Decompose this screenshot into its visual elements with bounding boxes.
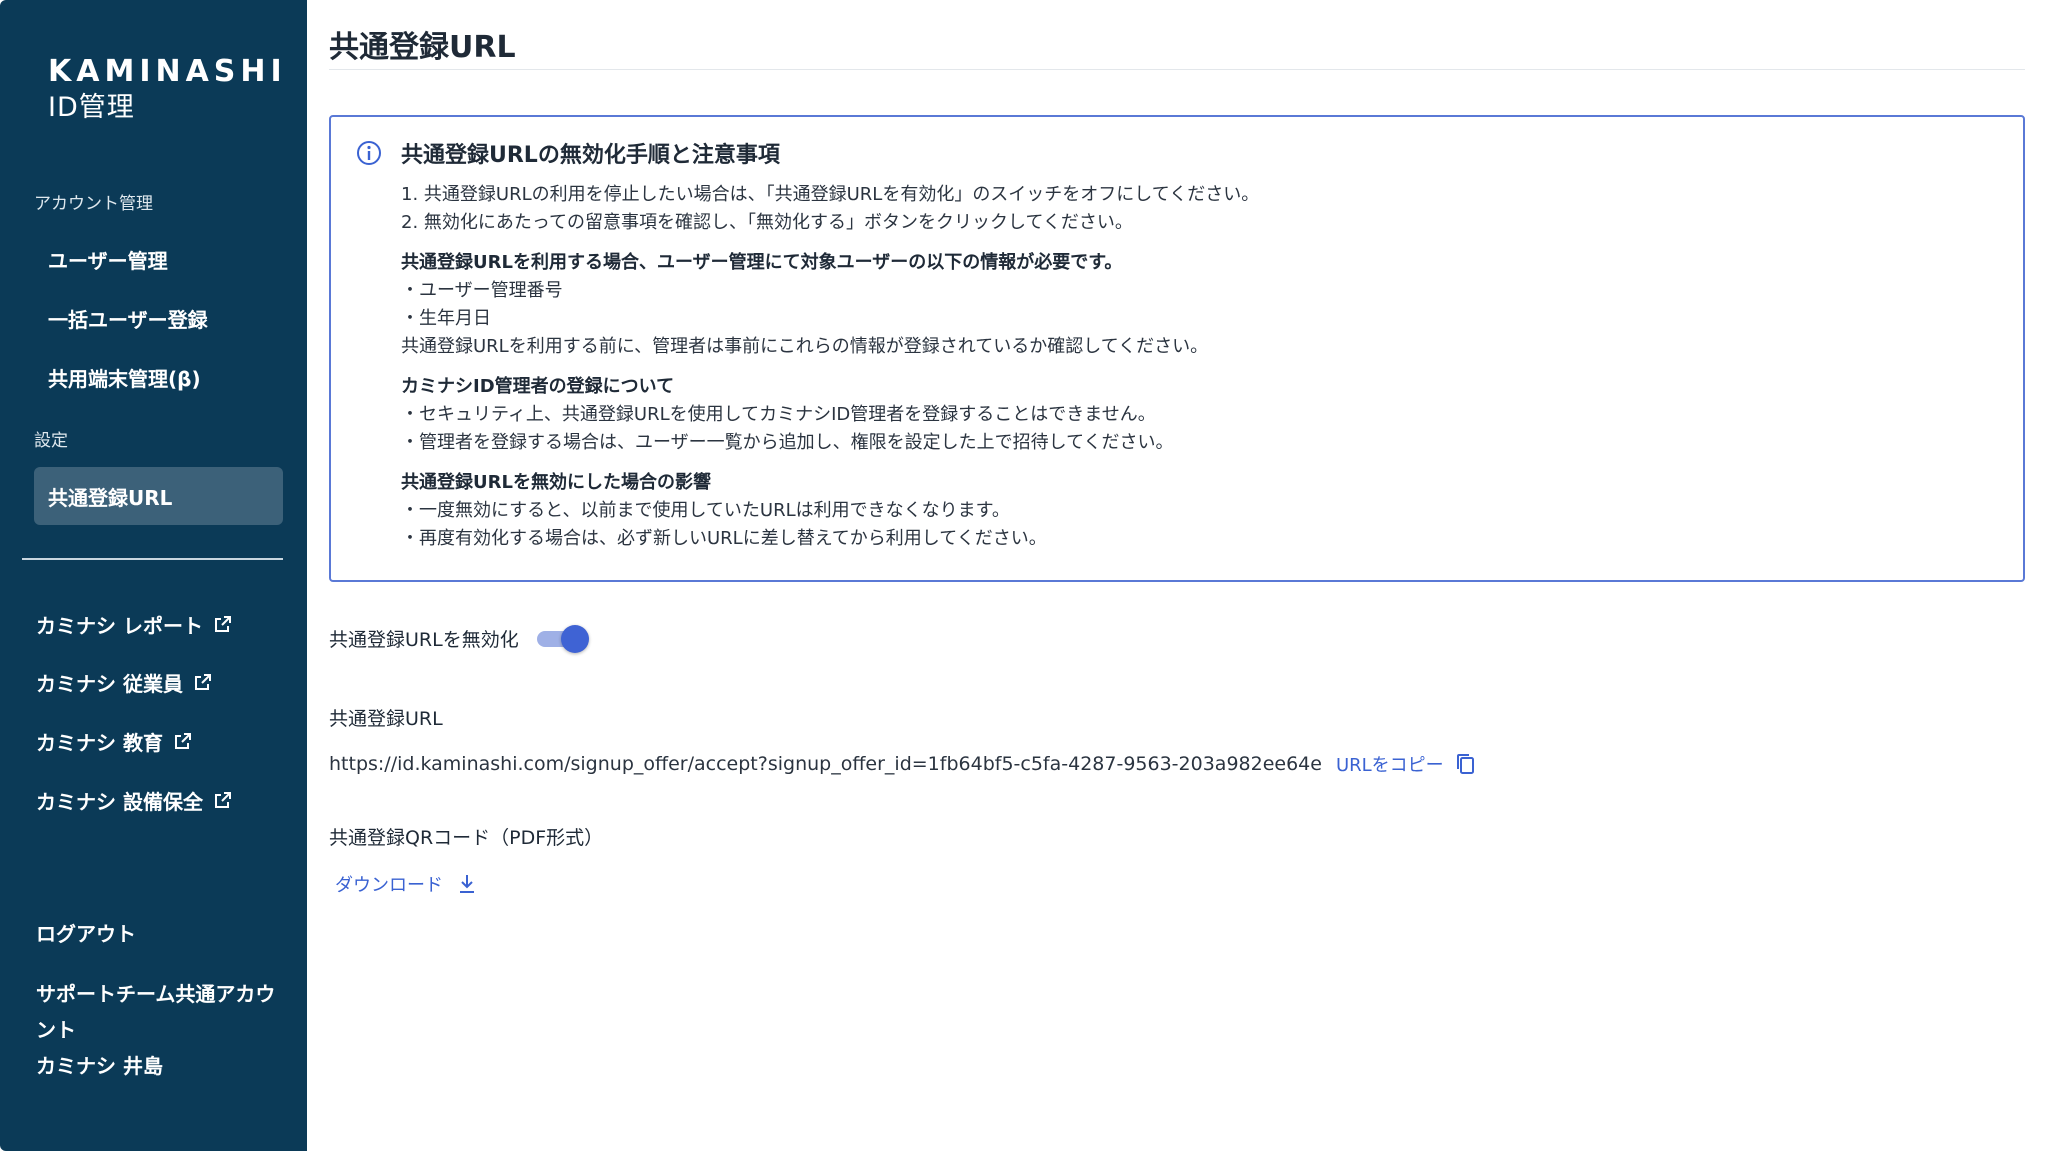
logo-brand: KAMINASHI [48,54,287,89]
notice-step-1: 1. 共通登録URLの利用を停止したい場合は、「共通登録URLを有効化」のスイッ… [401,184,1260,205]
external-link-icon [214,792,231,808]
toggle-knob [560,625,589,653]
account-name: サポートチーム共通アカウント [36,982,276,1042]
notice-line: ・一度無効にすると、以前まで使用していたURLは利用できなくなります。 [401,500,1010,521]
section-label-account: アカウント管理 [34,194,153,214]
url-row: https://id.kaminashi.com/signup_offer/ac… [329,751,1476,777]
notice-subhead-requirements: 共通登録URLを利用する場合、ユーザー管理にて対象ユーザーの以下の情報が必要です… [401,252,1123,273]
ext-link-maintenance-label: カミナシ 設備保全 [36,789,203,814]
copy-url-button[interactable]: URLをコピー [1336,751,1476,777]
info-notice: 共通登録URLの無効化手順と注意事項 1. 共通登録URLの利用を停止したい場合… [329,115,2025,582]
ext-link-employee-label: カミナシ 従業員 [36,671,183,696]
external-link-icon [214,616,231,632]
sidebar-item-shared-devices[interactable]: 共用端末管理(β) [34,348,283,406]
notice-line: ・生年月日 [401,308,491,329]
toggle-label: 共通登録URLを無効化 [329,628,519,651]
ext-link-maintenance[interactable]: カミナシ 設備保全 [36,784,233,816]
external-link-icon [174,733,191,749]
account-info: サポートチーム共通アカウント カミナシ 井島 [36,976,286,1084]
notice-heading: 共通登録URLの無効化手順と注意事項 [401,143,780,168]
notice-line: ・セキュリティ上、共通登録URLを使用してカミナシID管理者を登録することはでき… [401,404,1156,425]
disable-url-toggle-row: 共通登録URLを無効化 [329,624,589,653]
download-qr-button[interactable]: ダウンロード [335,871,477,897]
notice-subhead-admin: カミナシID管理者の登録について [401,376,675,397]
url-label: 共通登録URL [329,708,443,730]
notice-step-2: 2. 無効化にあたっての留意事項を確認し、「無効化する」ボタンをクリックしてくだ… [401,212,1133,233]
title-divider [329,69,2025,70]
sidebar-item-bulk-register[interactable]: 一括ユーザー登録 [34,289,283,347]
sidebar-item-users[interactable]: ユーザー管理 [34,230,283,288]
copy-url-label: URLをコピー [1335,755,1444,776]
notice-line: ・再度有効化する場合は、必ず新しいURLに差し替えてから利用してください。 [401,528,1047,549]
section-label-settings: 設定 [34,431,68,451]
account-user: カミナシ 井島 [36,1054,163,1078]
qr-label: 共通登録QRコード（PDF形式） [329,827,604,849]
main-content: 共通登録URL 共通登録URLの無効化手順と注意事項 1. 共通登録URLの利用… [307,0,2048,1151]
ext-link-education[interactable]: カミナシ 教育 [36,725,193,757]
notice-line: ・管理者を登録する場合は、ユーザー一覧から追加し、権限を設定した上で招待してくだ… [401,432,1174,453]
sidebar: KAMINASHI ID管理 アカウント管理 ユーザー管理 一括ユーザー登録 共… [0,0,307,1151]
notice-line: 共通登録URLを利用する前に、管理者は事前にこれらの情報が登録されているか確認し… [401,336,1209,357]
external-link-icon [194,674,211,690]
ext-link-employee[interactable]: カミナシ 従業員 [36,666,213,698]
logo-subtitle: ID管理 [48,92,135,123]
ext-link-report[interactable]: カミナシ レポート [36,608,233,640]
page-title: 共通登録URL [329,30,516,65]
sidebar-item-signup-url[interactable]: 共通登録URL [34,467,283,525]
logout-link[interactable]: ログアウト [36,918,136,947]
ext-link-report-label: カミナシ レポート [36,613,203,638]
notice-line: ・ユーザー管理番号 [401,280,563,301]
disable-url-toggle[interactable] [535,624,589,653]
notice-subhead-impact: 共通登録URLを無効にした場合の影響 [401,472,711,493]
download-icon [460,875,474,893]
logo: KAMINASHI ID管理 [48,54,287,126]
copy-icon [1456,754,1474,774]
app-window: KAMINASHI ID管理 アカウント管理 ユーザー管理 一括ユーザー登録 共… [0,0,2048,1151]
download-label: ダウンロード [335,875,443,896]
sidebar-divider [22,558,283,560]
ext-link-education-label: カミナシ 教育 [36,730,163,755]
info-icon [357,141,381,165]
notice-body: 共通登録URLの無効化手順と注意事項 1. 共通登録URLの利用を停止したい場合… [401,137,1981,553]
signup-url-value: https://id.kaminashi.com/signup_offer/ac… [329,753,1322,775]
